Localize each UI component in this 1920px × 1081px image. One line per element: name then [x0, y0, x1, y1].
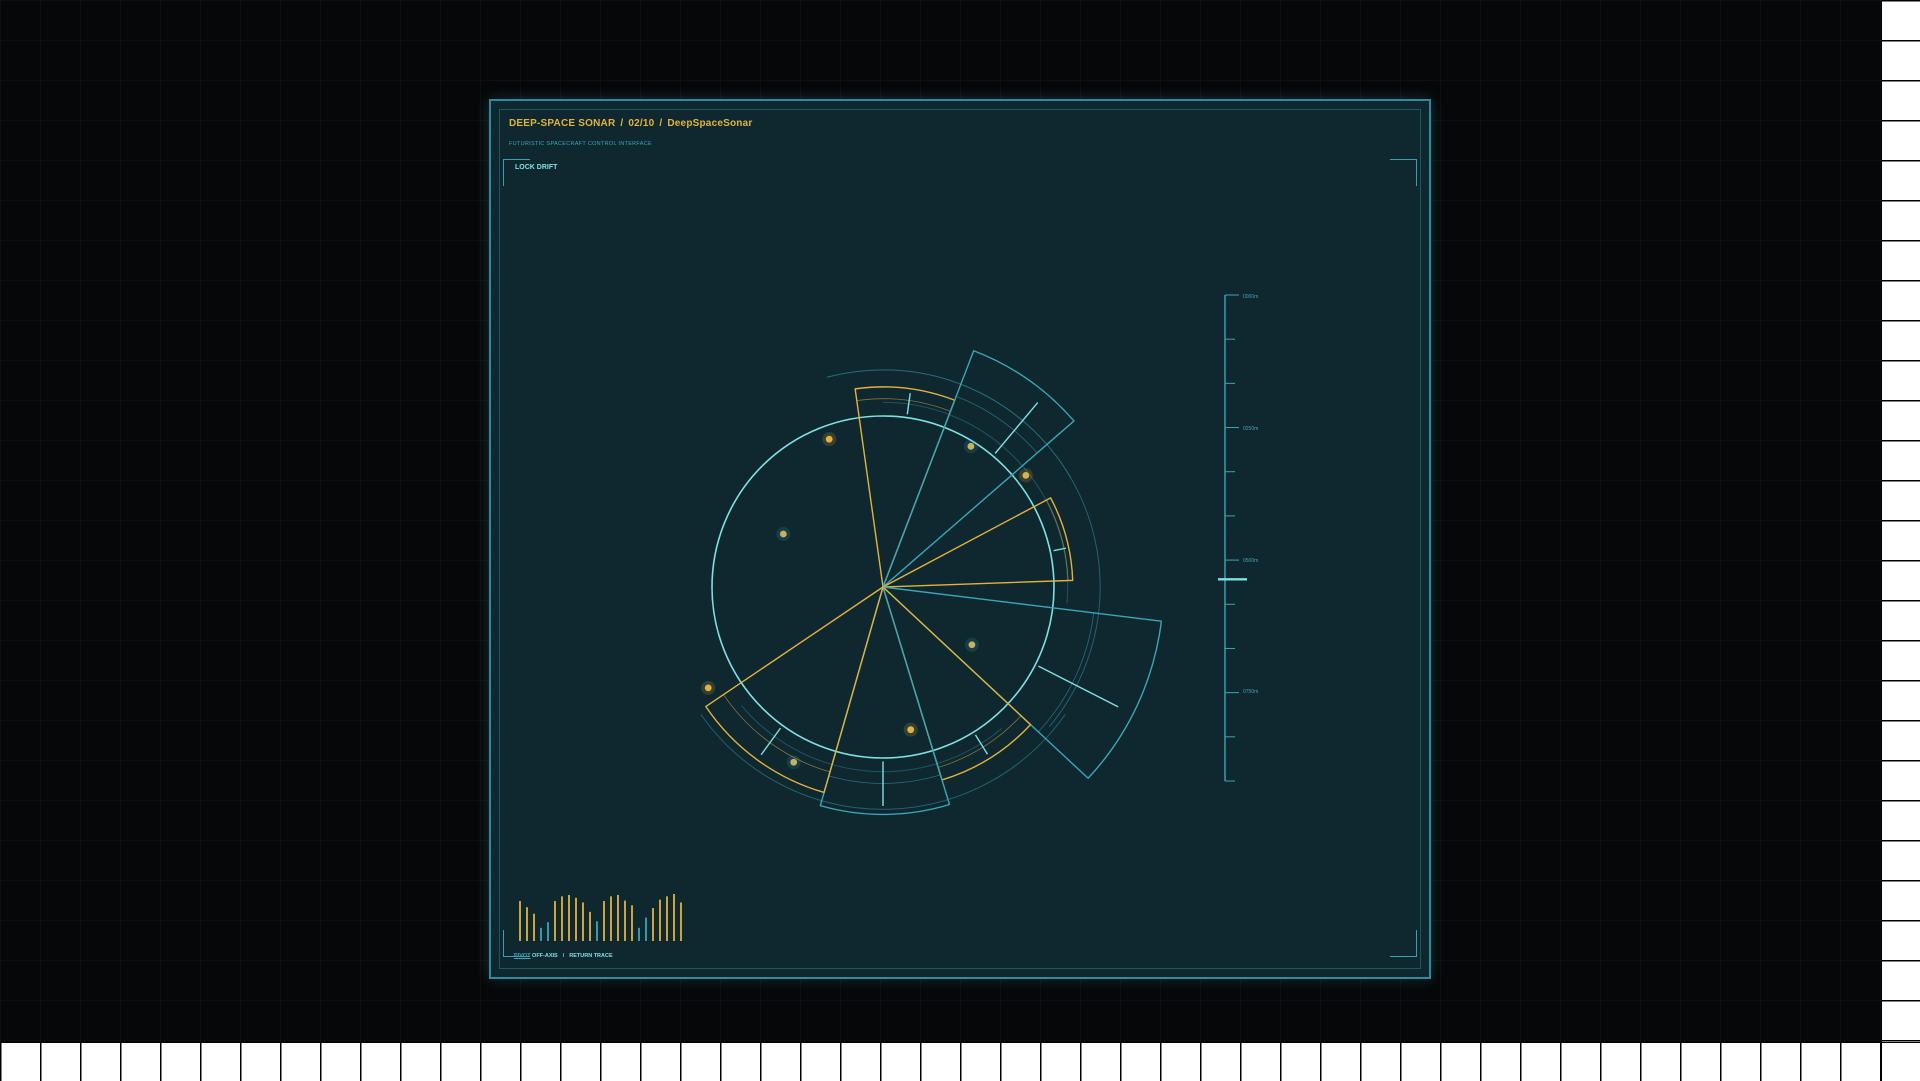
sonar-sector: [882, 586, 1163, 779]
sector-inner-arc: [828, 774, 941, 784]
contact-blip: [825, 435, 833, 443]
edge-tile-corner: [1881, 1042, 1920, 1081]
depth-label-0750: 0750m: [1243, 689, 1258, 695]
sonar-scope: [700, 350, 1163, 816]
contact-blip: [779, 530, 787, 538]
contact-blip: [790, 758, 798, 766]
sector-tick: [1038, 665, 1119, 708]
depth-label-0250: 0250m: [1243, 426, 1258, 432]
sonar-panel: DEEP-SPACE SONAR/02/10/DeepSpaceSonar FU…: [489, 99, 1431, 979]
signal-bars: [519, 894, 682, 941]
return-trace-link[interactable]: RETURN TRACE: [569, 953, 612, 959]
pivot-link[interactable]: PIVOT: [514, 953, 531, 959]
faint-range-arc: [826, 369, 1072, 479]
depth-scale: 0000m 0250m 0500m 0750m: [1218, 294, 1258, 782]
contact-blip: [907, 726, 915, 734]
sonar-sector: [882, 350, 1075, 588]
sonar-sector: [819, 586, 951, 816]
edge-tile-strip-right: [1881, 0, 1920, 1042]
footer-controls: PIVOT OFF-AXIS / RETURN TRACE: [514, 953, 613, 959]
contact-blip: [968, 641, 976, 649]
contact-blip: [967, 442, 975, 450]
faint-range-arc: [1048, 478, 1101, 727]
off-axis-link[interactable]: OFF-AXIS: [532, 953, 558, 959]
contact-blip: [704, 684, 712, 692]
sonar-sector: [882, 586, 1032, 781]
sector-inner-arc: [1038, 612, 1095, 733]
sector-inner-arc: [856, 398, 951, 412]
edge-tile-strip-bottom: [0, 1042, 1920, 1081]
sonar-visualization: 0000m 0250m 0500m 0750m: [519, 294, 1258, 941]
footer-separator: /: [562, 953, 565, 959]
sector-tick: [760, 727, 782, 756]
depth-label-0500: 0500m: [1243, 558, 1258, 564]
sector-tick: [974, 734, 989, 755]
depth-label-0000: 0000m: [1243, 294, 1258, 300]
contact-blip: [1022, 472, 1030, 479]
